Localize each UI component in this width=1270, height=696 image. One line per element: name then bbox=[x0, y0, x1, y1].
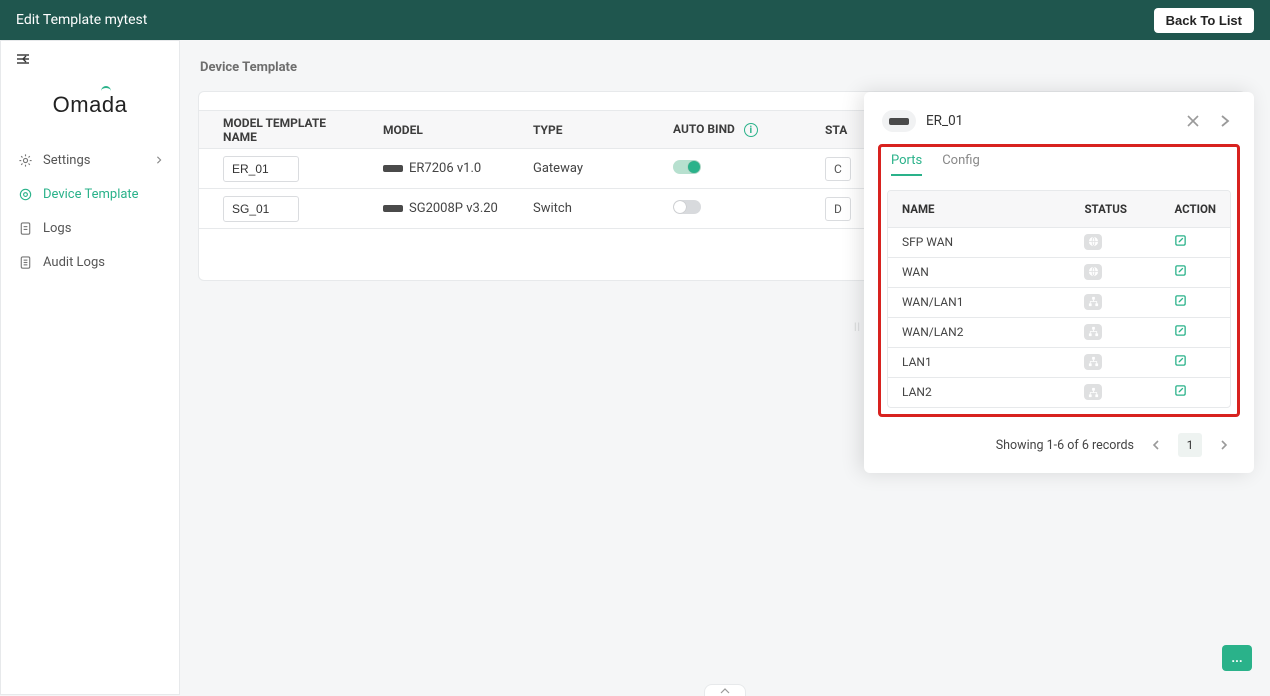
auto-bind-toggle[interactable] bbox=[673, 160, 701, 174]
chevron-right-icon bbox=[155, 153, 163, 168]
port-row: WAN/LAN2 bbox=[888, 317, 1230, 347]
bottom-drawer-handle[interactable] bbox=[704, 684, 746, 696]
sidebar-item-device-template[interactable]: Device Template bbox=[1, 177, 179, 211]
port-name: WAN/LAN2 bbox=[888, 317, 1070, 347]
close-panel-button[interactable] bbox=[1182, 110, 1204, 132]
edit-port-button[interactable] bbox=[1174, 384, 1187, 397]
sidebar-nav: Settings Device Template Logs bbox=[1, 133, 179, 279]
lan-icon bbox=[1084, 354, 1102, 370]
type-cell: Gateway bbox=[519, 149, 659, 189]
port-name: LAN1 bbox=[888, 347, 1070, 377]
device-avatar bbox=[882, 110, 916, 132]
edit-port-button[interactable] bbox=[1174, 294, 1187, 307]
port-name: WAN/LAN1 bbox=[888, 287, 1070, 317]
port-name: WAN bbox=[888, 257, 1070, 287]
chevron-left-icon bbox=[1151, 440, 1161, 450]
sidebar-item-audit-logs[interactable]: Audit Logs bbox=[1, 245, 179, 279]
port-row: LAN2 bbox=[888, 377, 1230, 407]
page-number-button[interactable]: 1 bbox=[1178, 433, 1202, 457]
port-row: LAN1 bbox=[888, 347, 1230, 377]
target-icon bbox=[17, 186, 33, 202]
status-pill[interactable]: D bbox=[825, 197, 851, 221]
page-next-button[interactable] bbox=[1212, 433, 1236, 457]
ports-col-status: STATUS bbox=[1070, 191, 1160, 227]
sidebar-item-label: Logs bbox=[43, 221, 71, 236]
port-name: LAN2 bbox=[888, 377, 1070, 407]
sidebar: Omada Settings Device Template bbox=[0, 40, 180, 695]
edit-port-button[interactable] bbox=[1174, 264, 1187, 277]
device-chip-icon bbox=[383, 205, 403, 212]
edit-port-button[interactable] bbox=[1174, 324, 1187, 337]
edit-port-button[interactable] bbox=[1174, 234, 1187, 247]
doc-lines-icon bbox=[17, 254, 33, 270]
chevron-right-icon bbox=[1218, 114, 1232, 128]
body: Omada Settings Device Template bbox=[0, 40, 1270, 695]
port-row: SFP WAN bbox=[888, 227, 1230, 257]
tab-ports[interactable]: Ports bbox=[891, 153, 922, 176]
ports-card: NAME STATUS ACTION SFP WANWANWAN/LAN1WAN… bbox=[887, 190, 1231, 408]
chevron-up-icon bbox=[720, 687, 730, 695]
lan-icon bbox=[1084, 294, 1102, 310]
globe-icon bbox=[1084, 264, 1102, 280]
port-row: WAN/LAN1 bbox=[888, 287, 1230, 317]
template-name-input[interactable] bbox=[223, 156, 299, 182]
model-cell: SG2008P v3.20 bbox=[369, 189, 519, 229]
lan-icon bbox=[1084, 384, 1102, 400]
ports-header-row: NAME STATUS ACTION bbox=[888, 191, 1230, 227]
sidebar-item-label: Settings bbox=[43, 153, 90, 168]
ports-col-name: NAME bbox=[888, 191, 1070, 227]
brand-logo: Omada bbox=[1, 77, 179, 133]
section-title: Device Template bbox=[200, 60, 1246, 75]
panel-resize-handle[interactable]: || bbox=[854, 322, 861, 333]
type-cell: Switch bbox=[519, 189, 659, 229]
model-cell: ER7206 v1.0 bbox=[369, 149, 519, 189]
tab-config[interactable]: Config bbox=[942, 153, 980, 176]
ports-pagination-text: Showing 1-6 of 6 records bbox=[996, 438, 1134, 453]
ports-col-action: ACTION bbox=[1160, 191, 1230, 227]
page-prev-button[interactable] bbox=[1144, 433, 1168, 457]
topbar: Edit Template mytest Back To List bbox=[0, 0, 1270, 40]
sidebar-item-logs[interactable]: Logs bbox=[1, 211, 179, 245]
template-name-input[interactable] bbox=[223, 196, 299, 222]
brand-name: Omada bbox=[53, 92, 128, 117]
col-model: MODEL bbox=[369, 111, 519, 149]
col-auto-bind: AUTO BIND i bbox=[659, 111, 811, 149]
sidebar-item-label: Audit Logs bbox=[43, 255, 105, 270]
device-side-panel: || ER_01 Ports Config NAME bbox=[864, 92, 1254, 473]
ports-pagination: Showing 1-6 of 6 records 1 bbox=[878, 433, 1240, 457]
sidebar-item-label: Device Template bbox=[43, 187, 139, 202]
panel-header: ER_01 bbox=[878, 110, 1240, 144]
doc-icon bbox=[17, 220, 33, 236]
col-type: TYPE bbox=[519, 111, 659, 149]
gear-icon bbox=[17, 152, 33, 168]
ports-table: NAME STATUS ACTION SFP WANWANWAN/LAN1WAN… bbox=[888, 191, 1230, 407]
port-name: SFP WAN bbox=[888, 227, 1070, 257]
device-chip-icon bbox=[383, 165, 403, 172]
page-title: Edit Template mytest bbox=[16, 12, 147, 28]
auto-bind-toggle[interactable] bbox=[673, 200, 701, 214]
wifi-arc-icon bbox=[101, 86, 111, 92]
status-pill[interactable]: C bbox=[825, 157, 851, 181]
panel-title: ER_01 bbox=[926, 113, 1172, 129]
menu-collapse-icon bbox=[15, 51, 31, 67]
chat-icon: ... bbox=[1231, 651, 1242, 666]
close-icon bbox=[1186, 114, 1200, 128]
lan-icon bbox=[1084, 324, 1102, 340]
chat-fab-button[interactable]: ... bbox=[1222, 645, 1252, 671]
info-icon[interactable]: i bbox=[744, 123, 758, 137]
annotation-highlight: Ports Config NAME STATUS ACTION SFP WANW… bbox=[878, 144, 1240, 417]
globe-icon bbox=[1084, 234, 1102, 250]
collapse-sidebar-button[interactable] bbox=[1, 41, 179, 77]
sidebar-item-settings[interactable]: Settings bbox=[1, 143, 179, 177]
next-device-button[interactable] bbox=[1214, 110, 1236, 132]
back-to-list-button[interactable]: Back To List bbox=[1154, 8, 1254, 33]
edit-port-button[interactable] bbox=[1174, 354, 1187, 367]
panel-tabs: Ports Config bbox=[887, 151, 1231, 176]
port-row: WAN bbox=[888, 257, 1230, 287]
col-name: MODEL TEMPLATE NAME bbox=[199, 111, 369, 149]
chevron-right-icon bbox=[1219, 440, 1229, 450]
